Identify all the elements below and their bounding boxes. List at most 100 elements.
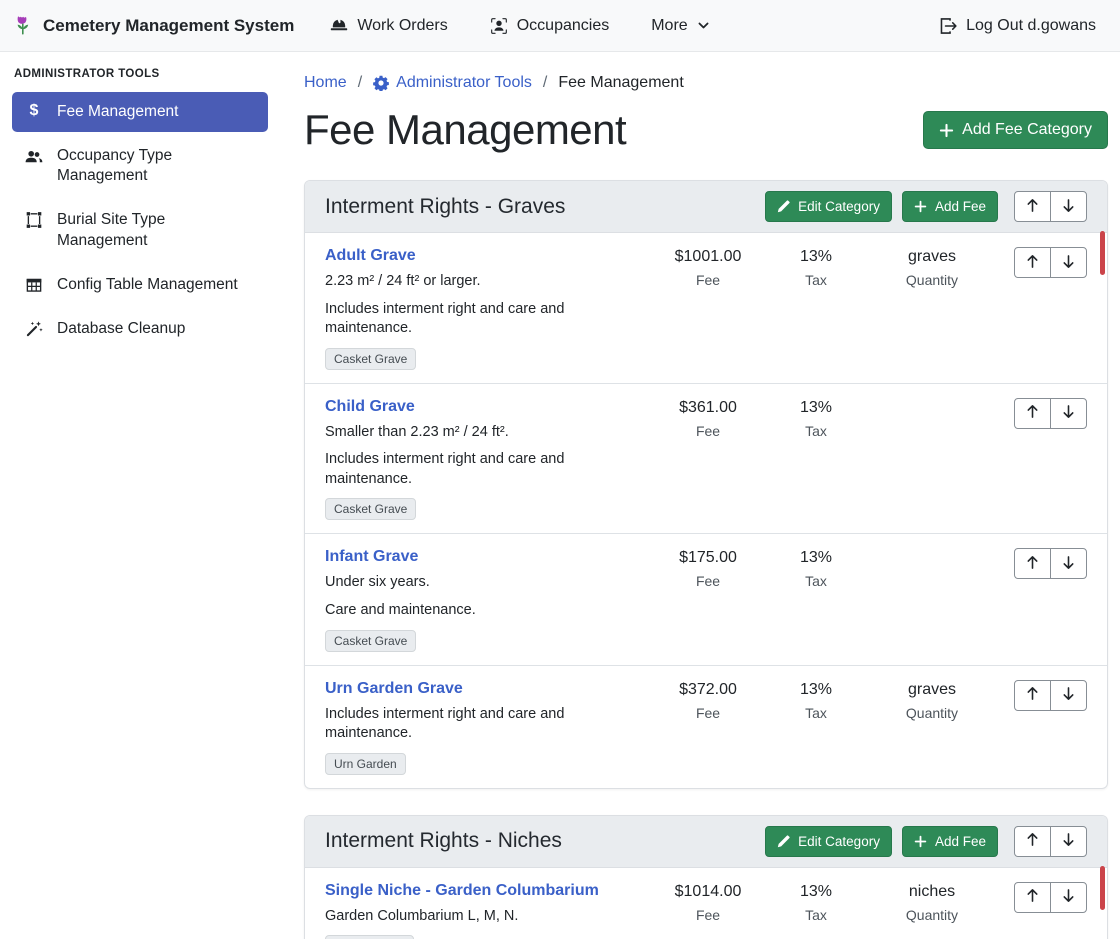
arrow-up-icon	[1025, 254, 1040, 272]
category-move-down-button[interactable]	[1050, 191, 1087, 222]
sidebar-item-burial-site-type-management[interactable]: Burial Site Type Management	[12, 200, 268, 260]
fee-quantity-cell: gravesQuantity	[868, 680, 996, 721]
sidebar-nav: $Fee Management Occupancy Type Management…	[12, 92, 268, 349]
add-fee-button[interactable]: Add Fee	[902, 826, 998, 857]
fee-move-up-button[interactable]	[1014, 548, 1051, 579]
breadcrumb-admin-tools[interactable]: Administrator Tools	[373, 74, 532, 92]
categories: Interment Rights - GravesEdit CategoryAd…	[304, 180, 1108, 939]
arrow-down-icon	[1061, 888, 1076, 906]
fee-tax-cell: 13%Tax	[764, 398, 868, 439]
plus-icon	[914, 835, 927, 848]
fee-description: 2.23 m² / 24 ft² or larger.	[325, 272, 644, 292]
app-logo-icon	[12, 14, 34, 37]
category-move-down-button[interactable]	[1050, 826, 1087, 857]
fee-move-up-button[interactable]	[1014, 398, 1051, 429]
fee-row: Single Niche - Garden ColumbariumGarden …	[305, 868, 1107, 939]
category-move-up-button[interactable]	[1014, 191, 1051, 222]
nav-item-more[interactable]: More	[651, 17, 709, 35]
arrow-down-icon	[1061, 198, 1076, 216]
scrollbar-thumb[interactable]	[1100, 231, 1105, 275]
page-title: Fee Management	[304, 106, 626, 154]
fee-description: Under six years.	[325, 573, 644, 593]
fee-name-link[interactable]: Adult Grave	[325, 247, 416, 265]
pencil-icon	[777, 200, 790, 213]
fee-move-up-button[interactable]	[1014, 247, 1051, 278]
fee-amount-label: Fee	[652, 907, 764, 923]
fee-quantity-label: Quantity	[868, 705, 996, 721]
add-fee-button[interactable]: Add Fee	[902, 191, 998, 222]
fee-reorder-group	[1014, 882, 1087, 913]
sidebar-item-database-cleanup[interactable]: Database Cleanup	[12, 309, 268, 349]
edit-category-button[interactable]: Edit Category	[765, 191, 892, 222]
fee-info: Child Grave Smaller than 2.23 m² / 24 ft²…	[325, 398, 652, 521]
arrow-down-icon	[1061, 555, 1076, 573]
table-icon	[24, 276, 44, 294]
category-title: Interment Rights - Niches	[325, 829, 755, 853]
fee-type-badge: Casket Grave	[325, 498, 416, 520]
logout-label: Log Out d.gowans	[966, 17, 1096, 35]
arrow-up-icon	[1025, 198, 1040, 216]
sidebar-item-occupancy-type-management[interactable]: Occupancy Type Management	[12, 136, 268, 196]
sidebar-item-label: Fee Management	[57, 102, 179, 122]
sidebar-heading: ADMINISTRATOR TOOLS	[14, 68, 266, 80]
fee-name-link[interactable]: Urn Garden Grave	[325, 680, 463, 698]
sidebar-item-fee-management[interactable]: $Fee Management	[12, 92, 268, 132]
sidebar-item-label: Database Cleanup	[57, 319, 185, 339]
category-header: Interment Rights - Niches Edit Category Ad…	[305, 816, 1107, 868]
fee-move-down-button[interactable]	[1050, 680, 1087, 711]
fee-name-link[interactable]: Infant Grave	[325, 548, 418, 566]
fee-amount-cell: $361.00Fee	[652, 398, 764, 439]
fee-description: Includes interment right and care and ma…	[325, 300, 644, 339]
arrow-down-icon	[1061, 404, 1076, 422]
fee-reorder-group	[1014, 247, 1087, 278]
sidebar-item-config-table-management[interactable]: Config Table Management	[12, 265, 268, 305]
breadcrumb-admin-tools-label: Administrator Tools	[396, 74, 532, 92]
fee-amount: $1014.00	[652, 883, 764, 901]
fee-description: Smaller than 2.23 m² / 24 ft².	[325, 423, 644, 443]
fee-reorder-group	[1014, 680, 1087, 711]
nav-item-occupancies[interactable]: Occupancies	[490, 17, 610, 35]
category-reorder-group	[1014, 826, 1087, 857]
category-move-up-button[interactable]	[1014, 826, 1051, 857]
fee-move-down-button[interactable]	[1050, 247, 1087, 278]
fee-name-link[interactable]: Child Grave	[325, 398, 415, 416]
fee-tax: 13%	[764, 549, 868, 567]
fee-amount-cell: $1001.00 Fee	[652, 247, 764, 288]
breadcrumb-separator: /	[358, 74, 362, 92]
fee-move-down-button[interactable]	[1050, 882, 1087, 913]
fee-amount-label: Fee	[652, 272, 764, 288]
top-navbar: Cemetery Management System Work Orders Oc…	[0, 0, 1120, 52]
fee-tax-label: Tax	[764, 272, 868, 288]
fee-amount: $1001.00	[652, 248, 764, 266]
logout-link[interactable]: Log Out d.gowans	[939, 17, 1096, 35]
fee-move-up-button[interactable]	[1014, 882, 1051, 913]
fee-row: Urn Garden GraveIncludes interment right…	[305, 665, 1107, 788]
scrollbar-thumb[interactable]	[1100, 866, 1105, 910]
breadcrumb-home[interactable]: Home	[304, 74, 347, 92]
arrow-up-icon	[1025, 555, 1040, 573]
gear-icon	[373, 75, 389, 91]
fee-move-down-button[interactable]	[1050, 398, 1087, 429]
breadcrumb-separator: /	[543, 74, 547, 92]
fee-tax: 13%	[764, 681, 868, 699]
fee-amount-cell: $175.00Fee	[652, 548, 764, 589]
arrow-up-icon	[1025, 888, 1040, 906]
arrow-up-icon	[1025, 686, 1040, 704]
fee-amount-label: Fee	[652, 423, 764, 439]
sidebar-item-label: Occupancy Type Management	[57, 146, 256, 186]
app-title: Cemetery Management System	[43, 16, 294, 36]
fee-move-up-button[interactable]	[1014, 680, 1051, 711]
nav-item-work-orders[interactable]: Work Orders	[330, 17, 447, 35]
fee-type-badge: Urn Garden	[325, 753, 406, 775]
add-fee-category-button[interactable]: Add Fee Category	[923, 111, 1108, 149]
fee-info: Urn Garden GraveIncludes interment right…	[325, 680, 652, 775]
sidebar-item-label: Config Table Management	[57, 275, 238, 295]
edit-category-button[interactable]: Edit Category	[765, 826, 892, 857]
fee-name-link[interactable]: Single Niche - Garden Columbarium	[325, 882, 599, 900]
fee-quantity-cell: gravesQuantity	[868, 247, 996, 288]
fee-move-down-button[interactable]	[1050, 548, 1087, 579]
fee-info: Infant GraveUnder six years.Care and mai…	[325, 548, 652, 651]
fee-quantity: graves	[868, 248, 996, 266]
sidebar: ADMINISTRATOR TOOLS $Fee Management Occup…	[0, 52, 280, 939]
app-brand[interactable]: Cemetery Management System	[12, 14, 294, 37]
